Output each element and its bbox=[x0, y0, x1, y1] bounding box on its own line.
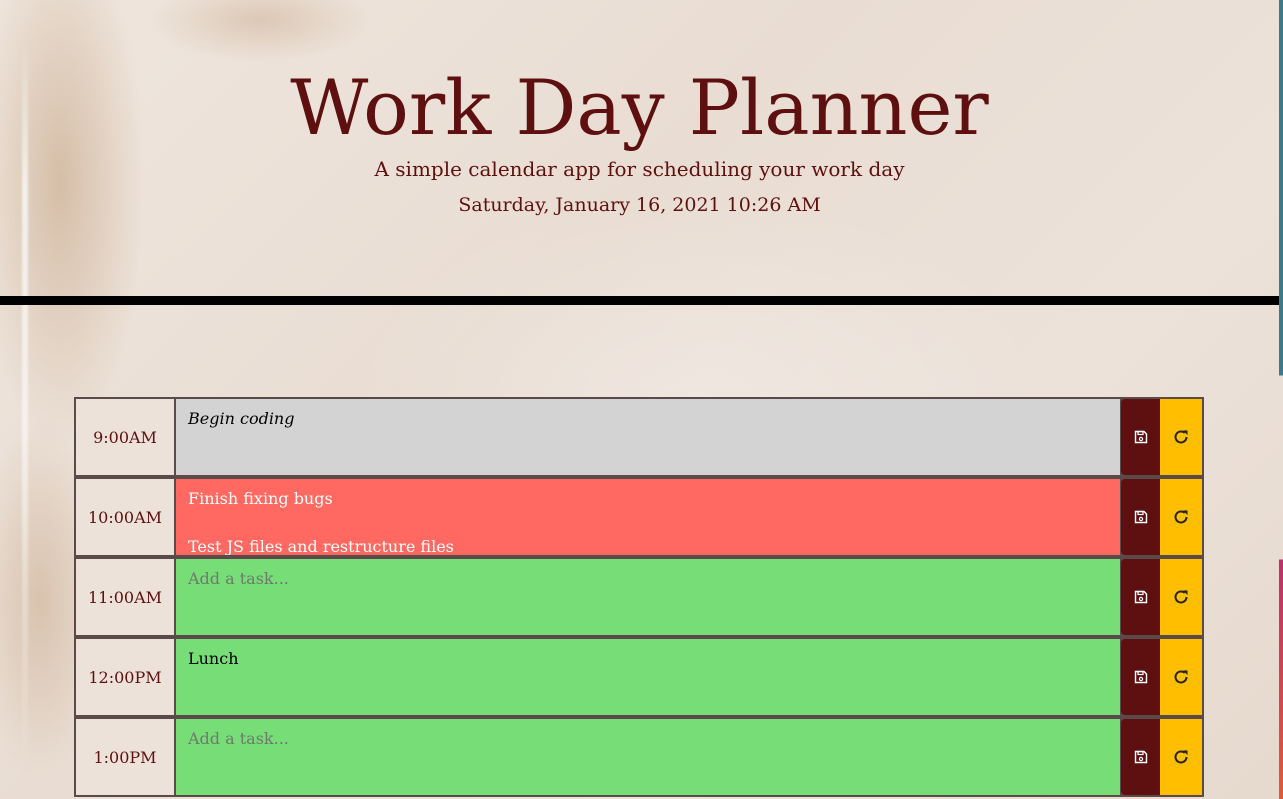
clear-button[interactable] bbox=[1160, 719, 1202, 795]
floppy-disk-icon bbox=[1134, 670, 1148, 684]
task-textarea[interactable]: Lunch bbox=[176, 639, 1120, 715]
page-subtitle: A simple calendar app for scheduling you… bbox=[374, 157, 905, 181]
task-textarea[interactable]: Begin coding bbox=[176, 399, 1120, 475]
time-block-row: 11:00AM Add a task... bbox=[74, 557, 1204, 637]
hour-label: 10:00AM bbox=[76, 479, 174, 555]
time-block-row: 9:00AM Begin coding bbox=[74, 397, 1204, 477]
time-block-row: 12:00PM Lunch bbox=[74, 637, 1204, 717]
current-date: Saturday, January 16, 2021 10:26 AM bbox=[458, 194, 821, 216]
redo-icon bbox=[1172, 668, 1190, 686]
floppy-disk-icon bbox=[1134, 750, 1148, 764]
redo-icon bbox=[1172, 748, 1190, 766]
header: Work Day Planner A simple calendar app f… bbox=[0, 0, 1279, 296]
save-button[interactable] bbox=[1121, 399, 1160, 475]
window-edge bbox=[1279, 0, 1283, 799]
clear-button[interactable] bbox=[1160, 479, 1202, 555]
hour-label: 11:00AM bbox=[76, 559, 174, 635]
clear-button[interactable] bbox=[1160, 559, 1202, 635]
floppy-disk-icon bbox=[1134, 510, 1148, 524]
redo-icon bbox=[1172, 508, 1190, 526]
save-button[interactable] bbox=[1121, 479, 1160, 555]
task-placeholder: Add a task... bbox=[188, 569, 289, 588]
hour-label: 12:00PM bbox=[76, 639, 174, 715]
clear-button[interactable] bbox=[1160, 399, 1202, 475]
task-placeholder: Add a task... bbox=[188, 729, 289, 748]
floppy-disk-icon bbox=[1134, 430, 1148, 444]
save-button[interactable] bbox=[1121, 719, 1160, 795]
time-block-row: 10:00AM Finish fixing bugs Test JS files… bbox=[74, 477, 1204, 557]
page-title: Work Day Planner bbox=[290, 63, 989, 152]
task-textarea[interactable]: Add a task... bbox=[176, 559, 1120, 635]
clear-button[interactable] bbox=[1160, 639, 1202, 715]
save-button[interactable] bbox=[1121, 639, 1160, 715]
header-divider bbox=[0, 296, 1279, 305]
time-block-row: 1:00PM Add a task... bbox=[74, 717, 1204, 797]
save-button[interactable] bbox=[1121, 559, 1160, 635]
redo-icon bbox=[1172, 428, 1190, 446]
hour-label: 1:00PM bbox=[76, 719, 174, 795]
floppy-disk-icon bbox=[1134, 590, 1148, 604]
redo-icon bbox=[1172, 588, 1190, 606]
task-textarea[interactable]: Add a task... bbox=[176, 719, 1120, 795]
task-textarea[interactable]: Finish fixing bugs Test JS files and res… bbox=[176, 479, 1120, 555]
hour-label: 9:00AM bbox=[76, 399, 174, 475]
